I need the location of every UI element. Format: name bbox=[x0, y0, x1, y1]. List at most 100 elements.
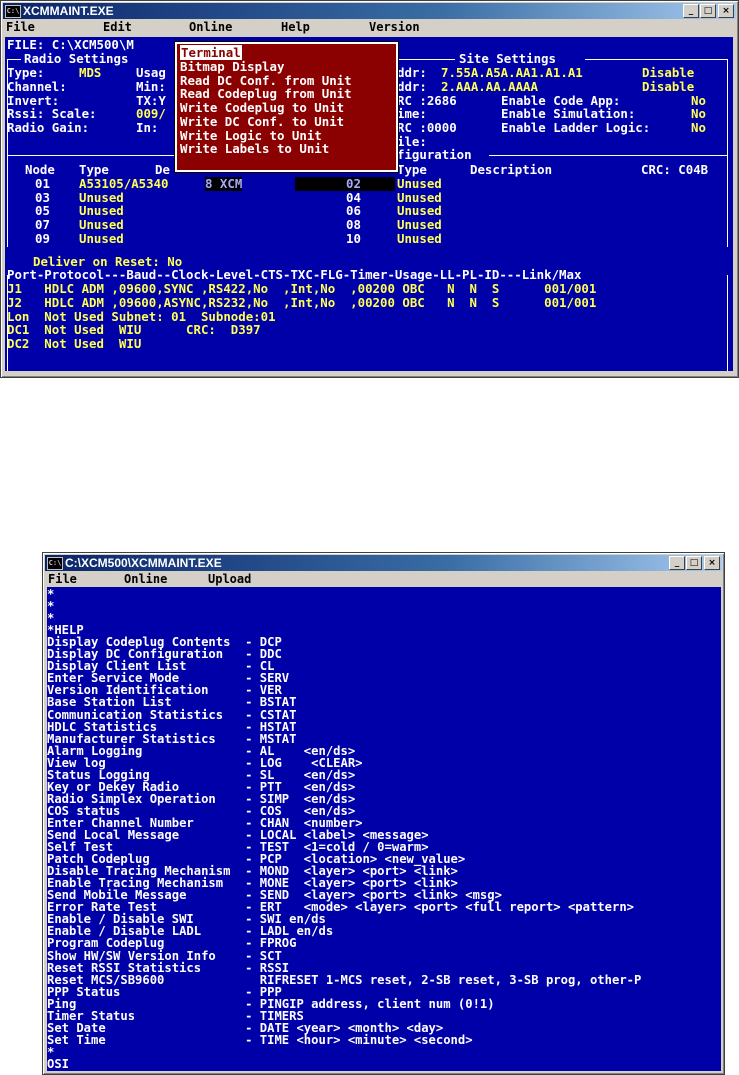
radio-rssi-value: 009/ bbox=[136, 106, 166, 121]
enable-simulation-value: No bbox=[691, 106, 706, 121]
menu-online[interactable]: Online bbox=[189, 20, 232, 35]
port-header: Port-Protocol---Baud--Clock-Level-CTS-TX… bbox=[7, 267, 582, 282]
online-dropdown-menu: Terminal Bitmap Display Read DC Conf. fr… bbox=[174, 41, 399, 173]
menu-item-bitmap-display[interactable]: Bitmap Display bbox=[180, 60, 284, 74]
terminal-line: Reset RSSI Statistics - RSSI bbox=[47, 960, 290, 975]
node-description: 8 XCM bbox=[205, 176, 243, 191]
terminal-line: PPP Status - PPP bbox=[47, 984, 282, 999]
menu-item-write-dc-conf[interactable]: Write DC Conf. to Unit bbox=[180, 115, 344, 129]
port-row: J2 HDLC ADM ,09600,ASYNC,RS232,No ,Int,N… bbox=[7, 295, 597, 310]
node-number: 07 bbox=[35, 217, 50, 232]
window-title: C:\XCM500\XCMMAINT.EXE bbox=[65, 556, 222, 570]
radio-in-label: In: bbox=[136, 120, 159, 135]
node-number: 05 bbox=[35, 203, 50, 218]
frame-line bbox=[585, 59, 727, 60]
menu-item-write-labels[interactable]: Write Labels to Unit bbox=[180, 142, 329, 156]
maximize-button[interactable]: □ bbox=[686, 556, 702, 570]
console-icon: C:\ bbox=[47, 557, 63, 570]
site-address2-label: ddr: bbox=[397, 79, 427, 94]
frame-line bbox=[727, 155, 728, 247]
frame-line bbox=[397, 59, 455, 60]
minimize-button[interactable]: _ bbox=[669, 556, 685, 570]
terminal-line: View log - LOG <CLEAR> bbox=[47, 755, 363, 770]
selection-highlight bbox=[295, 177, 395, 191]
menu-version[interactable]: Version bbox=[369, 20, 420, 35]
node-type: Unused bbox=[397, 203, 442, 218]
node-type: Unused bbox=[397, 231, 442, 246]
site-settings-header: Site Settings bbox=[459, 51, 556, 66]
col-node: Node bbox=[25, 162, 55, 177]
frame-line bbox=[7, 155, 8, 247]
site-setting-2-value: Disable bbox=[642, 79, 695, 94]
title-bar[interactable]: C:\ XCMMAINT.EXE _ □ × bbox=[3, 3, 736, 19]
terminal-line: Reset MCS/SB9600 RIFRESET 1-MCS reset, 2… bbox=[47, 972, 642, 987]
site-address-value: 7.55A.A5A.AA1.A1.A1 bbox=[441, 65, 583, 80]
menu-bar: File Edit Online Help Version bbox=[3, 20, 736, 35]
frame-line bbox=[727, 275, 728, 371]
terminal-line: Ping - PINGIP address, client num (0!1) bbox=[47, 996, 495, 1011]
site-address-label: ddr: bbox=[397, 65, 427, 80]
enable-ladder-logic-value: No bbox=[691, 120, 706, 135]
node-type: Unused bbox=[79, 231, 124, 246]
col-description: Description bbox=[470, 162, 553, 177]
port-row: DC1 Not Used WIU CRC: D397 bbox=[7, 322, 261, 337]
close-button[interactable]: × bbox=[718, 4, 734, 18]
node-number: 10 bbox=[346, 231, 361, 246]
terminal-line: Timer Status - TIMERS bbox=[47, 1008, 304, 1023]
window-title: XCMMAINT.EXE bbox=[23, 4, 114, 18]
radio-type-value: MDS bbox=[79, 65, 102, 80]
node-type: Unused bbox=[397, 217, 442, 232]
node-number: 06 bbox=[346, 203, 361, 218]
node-type: Unused bbox=[79, 203, 124, 218]
col-type-2: Type bbox=[397, 162, 427, 177]
menu-online[interactable]: Online bbox=[124, 572, 167, 587]
minimize-button[interactable]: _ bbox=[683, 4, 699, 18]
crc2-fragment: RC :0000 bbox=[397, 120, 457, 135]
site-setting-1-value: Disable bbox=[642, 65, 695, 80]
menu-file[interactable]: File bbox=[48, 572, 77, 587]
terminal-line: Status Logging - SL <en/ds> bbox=[47, 767, 356, 782]
terminal-output[interactable]: * * * *HELP Display Codeplug Contents - DCP D… bbox=[47, 587, 721, 1071]
radio-usage-label: Usag bbox=[136, 65, 166, 80]
configuration-header: figuration bbox=[397, 147, 472, 162]
terminal-line: Set Time - TIME <hour> <minute> <second> bbox=[47, 1032, 473, 1047]
menu-item-read-codeplug[interactable]: Read Codeplug from Unit bbox=[180, 87, 352, 101]
radio-channel-label: Channel: bbox=[7, 79, 67, 94]
menu-item-terminal[interactable]: Terminal bbox=[180, 45, 242, 60]
file-path: FILE: C:\XCM500\M bbox=[7, 37, 134, 52]
maximize-button[interactable]: □ bbox=[700, 4, 716, 18]
port-row: DC2 Not Used WIU bbox=[7, 336, 142, 351]
enable-simulation-label: Enable Simulation: bbox=[501, 106, 636, 121]
terminal-line: Manufacturer Statistics - MSTAT bbox=[47, 731, 297, 746]
menu-item-write-codeplug[interactable]: Write Codeplug to Unit bbox=[180, 101, 344, 115]
node-type: A53105/A5340 bbox=[79, 176, 169, 191]
node-number: 08 bbox=[346, 217, 361, 232]
maintenance-window: C:\ XCMMAINT.EXE _ □ × File Edit Online He… bbox=[0, 0, 739, 378]
frame-line bbox=[489, 155, 727, 156]
radio-type-label: Type: bbox=[7, 65, 45, 80]
terminal-line: Program Codeplug - FPROG bbox=[47, 936, 297, 951]
frame-line bbox=[727, 59, 728, 155]
terminal-line: Base Station List - BSTAT bbox=[47, 695, 297, 710]
menu-bar: File Online Upload bbox=[45, 572, 722, 587]
menu-file[interactable]: File bbox=[6, 20, 35, 35]
port-row: J1 HDLC ADM ,09600,SYNC ,RS422,No ,Int,N… bbox=[7, 281, 597, 296]
terminal-window: C:\ C:\XCM500\XCMMAINT.EXE _ □ × File Onli… bbox=[42, 552, 725, 1075]
site-address2-value: 2.AAA.AA.AAAA bbox=[441, 79, 538, 94]
menu-edit[interactable]: Edit bbox=[103, 20, 132, 35]
menu-upload[interactable]: Upload bbox=[208, 572, 251, 587]
console-area: FILE: C:\XCM500\M Radio Settings Site Se… bbox=[5, 37, 733, 371]
console-icon: C:\ bbox=[5, 5, 21, 18]
radio-gain-label: Radio Gain: bbox=[7, 120, 90, 135]
node-number: 01 bbox=[35, 176, 50, 191]
col-type: Type bbox=[79, 162, 109, 177]
menu-help[interactable]: Help bbox=[281, 20, 310, 35]
radio-settings-header: Radio Settings bbox=[24, 51, 129, 66]
close-button[interactable]: × bbox=[704, 556, 720, 570]
node-number: 02 bbox=[346, 176, 361, 191]
terminal-line: HDLC Statistics - HSTAT bbox=[47, 719, 297, 734]
node-type: Unused bbox=[79, 217, 124, 232]
time-fragment: ime: bbox=[397, 106, 427, 121]
col-desc: De bbox=[155, 162, 170, 177]
title-bar[interactable]: C:\ C:\XCM500\XCMMAINT.EXE _ □ × bbox=[45, 555, 722, 571]
